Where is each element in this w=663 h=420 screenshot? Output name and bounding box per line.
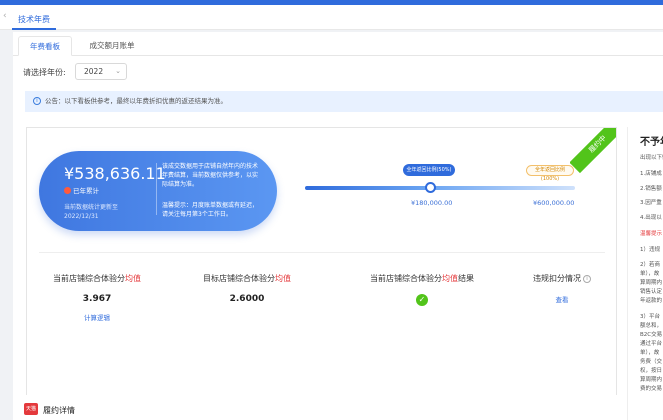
- progress-marker: [425, 182, 436, 193]
- side-line: 额总和，: [640, 323, 663, 329]
- accumulated-amount: ¥538,636.11: [64, 164, 166, 183]
- side-heading: 不予年费: [640, 137, 663, 148]
- metric-score-result: 当前店铺综合体验分均值结果 ✓: [347, 273, 497, 306]
- threshold-value-1: ¥180,000.00: [411, 199, 453, 207]
- subtab-fee-dashboard[interactable]: 年费看板: [18, 36, 72, 56]
- metric-value: 3.967: [82, 294, 112, 304]
- help-icon[interactable]: i: [583, 274, 591, 283]
- tab-tech-fee[interactable]: 技术年费: [12, 11, 56, 30]
- metric-target-score: 目标店铺综合体验分均值 2.6000: [177, 273, 317, 304]
- chevron-left-icon[interactable]: ‹: [3, 11, 7, 21]
- side-line: 算周期内: [640, 280, 663, 286]
- side-line: 2.销售额: [640, 186, 662, 192]
- chevron-down-icon: ⌄: [115, 67, 121, 75]
- stat-note-line: 当前数据统计更新至: [64, 204, 119, 211]
- accumulated-badge: 已年累计: [73, 187, 99, 195]
- side-line: 1）违规: [640, 247, 660, 253]
- side-line: 3）平台: [640, 314, 660, 320]
- side-line: 温馨提示: [640, 231, 663, 237]
- metric-title: 当前店铺综合体验分均值: [53, 274, 141, 283]
- side-line: 务费（交: [640, 359, 663, 365]
- tmall-badge-icon: [64, 187, 71, 194]
- fulfillment-section: [13, 395, 623, 420]
- subtab-bar: 年费看板 成交额月账单: [13, 36, 663, 56]
- side-line: 单），故: [640, 271, 660, 277]
- metric-title: 违规扣分情况 i: [507, 273, 616, 284]
- summary-tip: 温馨提示：月度账单数据或有延迟，请关注每月第3个工作日。: [162, 202, 259, 218]
- annual-fee-card: 履约中 ¥538,636.11 已年累计 当前数据统计更新至 2022/12/3…: [26, 127, 617, 414]
- section-divider: [39, 252, 605, 253]
- side-line: 3.因严重: [640, 200, 662, 206]
- stat-note-date: 2022/12/31: [64, 213, 99, 220]
- side-line: 算周期内: [640, 377, 663, 383]
- side-line: 2）若商: [640, 262, 660, 268]
- side-line: 单），故: [640, 350, 660, 356]
- year-select-value: 2022: [84, 67, 104, 76]
- year-select[interactable]: 2022 ⌄: [75, 63, 127, 80]
- current-return-tag: 全年返回比例(50%): [403, 164, 455, 176]
- side-line: 销售认定: [640, 289, 663, 295]
- notice-text: 公告：以下看板供参考，最终以年费折扣优惠的返还结果为准。: [45, 97, 227, 105]
- info-icon: i: [33, 97, 41, 105]
- tmall-icon: 天猫: [24, 403, 38, 415]
- subtab-monthly-bill[interactable]: 成交额月账单: [79, 36, 145, 56]
- metric-value: 2.6000: [229, 294, 265, 304]
- side-line: 权，按日: [640, 368, 663, 374]
- notice-bar: i 公告：以下看板供参考，最终以年费折扣优惠的返还结果为准。: [25, 91, 663, 112]
- side-rules-panel: 不予年费 出现以下情 1.店铺成 2.销售额 3.因严重 4.出现以 温馨提示 …: [627, 127, 663, 420]
- side-line: 4.出现以: [640, 215, 662, 221]
- side-line: 年返款的: [640, 298, 663, 304]
- side-line: 1.店铺成: [640, 171, 662, 177]
- side-line: B2C交易: [640, 332, 663, 338]
- side-line: 费的交易: [640, 386, 663, 392]
- metric-title: 目标店铺综合体验分均值: [203, 274, 291, 283]
- year-filter-label: 请选择年份:: [23, 68, 66, 77]
- status-ribbon: 履约中: [570, 128, 616, 174]
- fulfillment-title: 履约详情: [43, 406, 75, 415]
- metric-title: 当前店铺综合体验分均值结果: [370, 274, 474, 283]
- metric-violation: 违规扣分情况 i 查看: [507, 273, 616, 304]
- target-return-tag: 全年返回比例(100%): [526, 165, 574, 182]
- summary-description: 该成交数据用于店铺自然年内的技术年费结算，当前数据仅供参考，以实际结算为准。: [162, 163, 259, 188]
- side-line: 通过平台: [640, 341, 663, 347]
- stat-update-note: 当前数据统计更新至 2022/12/31: [64, 203, 144, 221]
- metric-current-score: 当前店铺综合体验分均值 3.967 计算逻辑: [27, 273, 167, 322]
- main-tabbar: ‹ 技术年费: [0, 5, 663, 30]
- check-icon: ✓: [416, 294, 428, 306]
- divider: [156, 163, 157, 215]
- side-line: 出现以下情: [640, 155, 663, 161]
- view-violations-link[interactable]: 查看: [507, 294, 616, 304]
- calc-logic-link[interactable]: 计算逻辑: [27, 312, 167, 322]
- summary-pill: ¥538,636.11 已年累计 当前数据统计更新至 2022/12/31 该成…: [39, 151, 277, 231]
- status-ribbon-label: 履约中: [570, 128, 616, 174]
- threshold-value-2: ¥600,000.00: [533, 199, 575, 207]
- progress-track: [305, 186, 575, 190]
